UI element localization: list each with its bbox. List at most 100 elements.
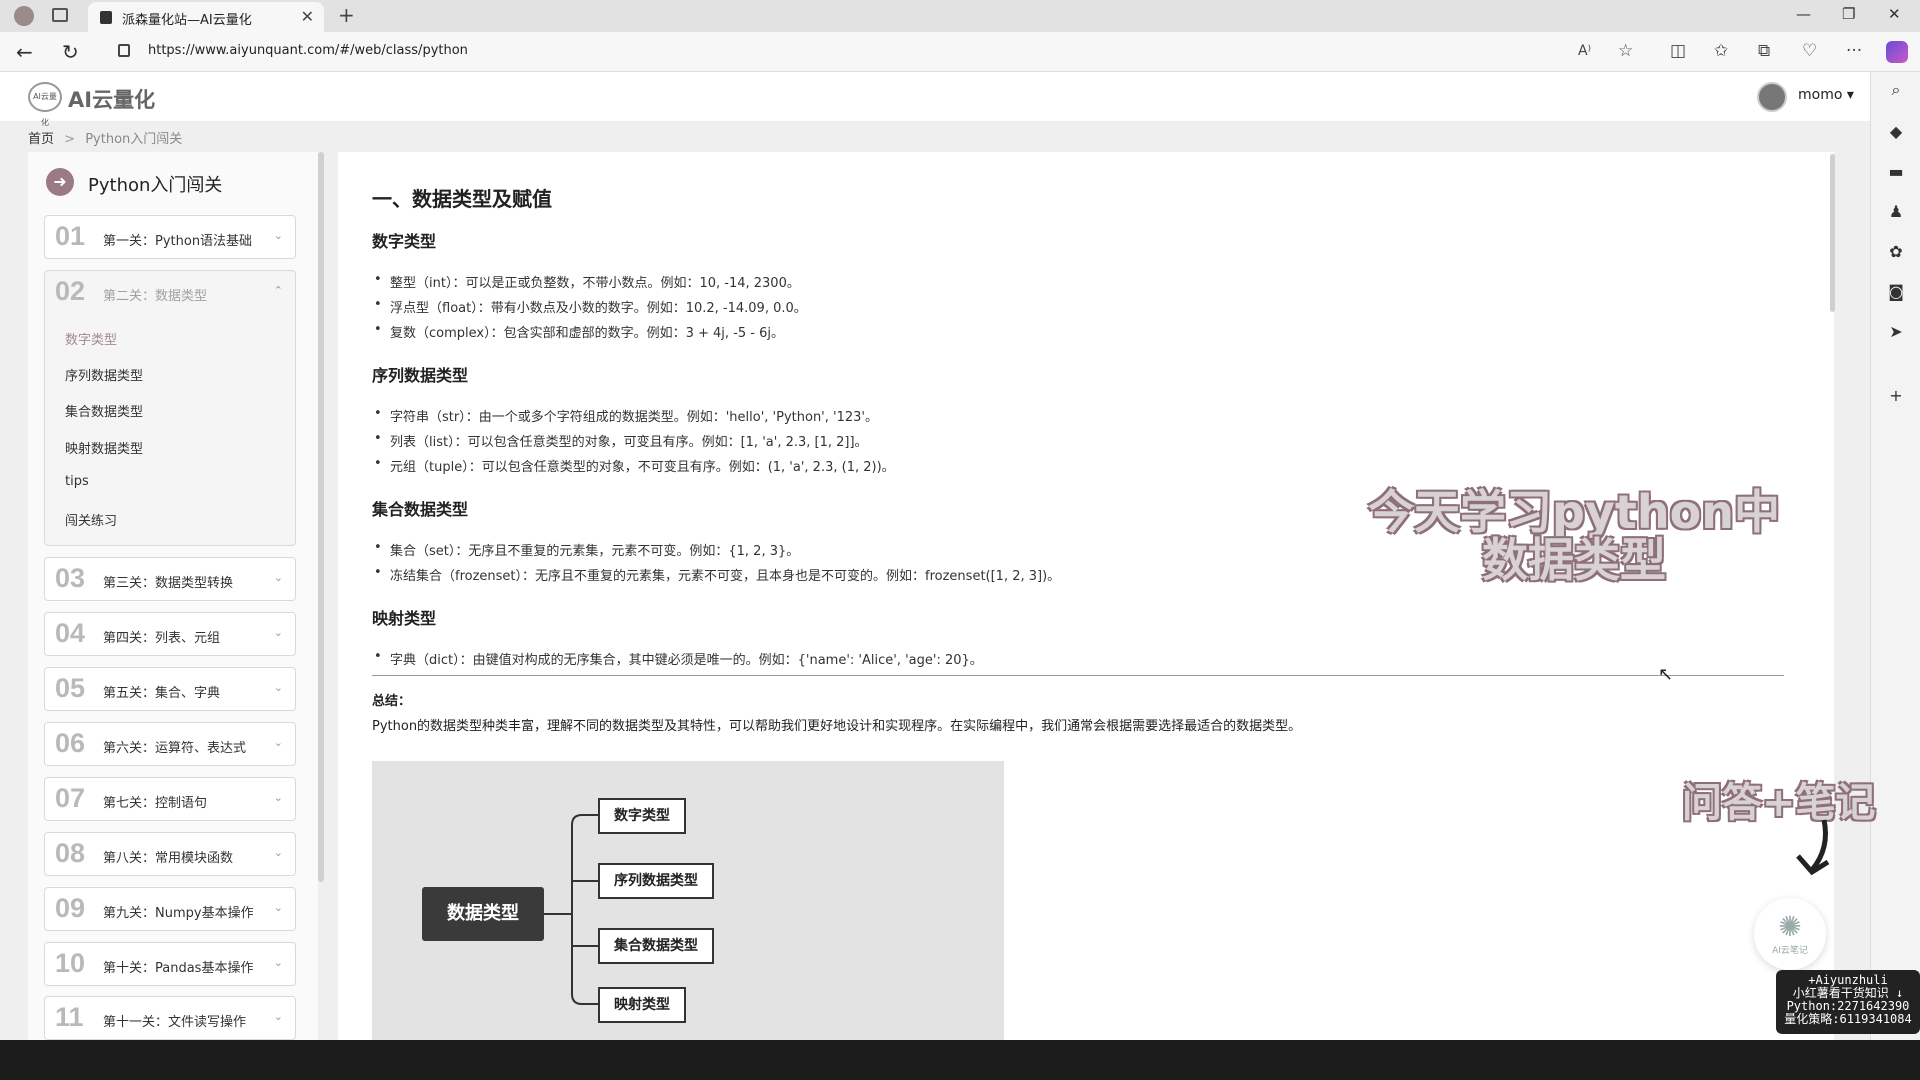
site-logo-text[interactable]: AI云量化: [68, 84, 155, 114]
level-label: 第四关：列表、元组: [103, 631, 221, 646]
lock-icon[interactable]: [118, 44, 130, 57]
more-menu-icon[interactable]: ···: [1846, 41, 1862, 61]
maximize-button[interactable]: ❐: [1842, 5, 1855, 23]
diagram-child-node: 集合数据类型: [598, 928, 714, 964]
level-item-03[interactable]: 03 第三关：数据类型转换 ⌄: [44, 557, 296, 601]
browser-tab-bar: 派森量化站—AI云量化 ✕ + — ❐ ✕: [0, 0, 1920, 32]
browser-tab[interactable]: 派森量化站—AI云量化 ✕: [88, 2, 324, 32]
level-label: 第六关：运算符、表达式: [103, 741, 247, 756]
read-aloud-icon[interactable]: A⁾: [1578, 43, 1591, 59]
course-arrow-icon: ➜: [46, 168, 74, 196]
tab-title: 派森量化站—AI云量化: [122, 13, 252, 28]
level-item-04[interactable]: 04 第四关：列表、元组 ⌄: [44, 612, 296, 656]
level-label: 第五关：集合、字典: [103, 686, 221, 701]
window-close-button[interactable]: ✕: [1888, 5, 1901, 23]
new-tab-button[interactable]: +: [338, 3, 355, 27]
level-item-01[interactable]: 01 第一关：Python语法基础 ⌄: [44, 215, 296, 259]
list-item: 冻结集合（frozenset）：无序且不重复的元素集，元素不可变，且本身也是不可…: [374, 565, 1060, 584]
course-title: Python入门闯关: [88, 175, 223, 196]
settings-icon[interactable]: ✿: [1886, 242, 1906, 262]
sidebar-scrollbar[interactable]: [318, 152, 324, 882]
games-icon[interactable]: ♟: [1886, 202, 1906, 222]
list-item: 整型（int）：可以是正或负整数，不带小数点。例如：10, -14, 2300。: [374, 272, 800, 291]
level-item-10[interactable]: 10 第十关：Pandas基本操作 ⌄: [44, 942, 296, 986]
diagram-root-node: 数据类型: [422, 887, 544, 941]
address-toolbar: ← ↻ https://www.aiyunquant.com/#/web/cla…: [0, 32, 1920, 72]
level-item-11[interactable]: 11 第十一关：文件读写操作 ⌄: [44, 996, 296, 1040]
level-item-05[interactable]: 05 第五关：集合、字典 ⌄: [44, 667, 296, 711]
level-label: 第七关：控制语句: [103, 796, 208, 811]
list-item: 浮点型（float）：带有小数点及小数的数字。例如：10.2, -14.09, …: [374, 297, 807, 316]
send-icon[interactable]: ➤: [1886, 322, 1906, 342]
list-item: 字符串（str）：由一个或多个字符组成的数据类型。例如：'hello', 'Py…: [374, 406, 878, 425]
page-favicon-icon: [100, 11, 112, 24]
sub-item-number-types[interactable]: 数字类型: [65, 329, 117, 348]
level-number: 04: [55, 618, 86, 648]
favorite-star-icon[interactable]: ☆: [1618, 41, 1633, 61]
ai-assistant-icon: ✺: [1778, 910, 1802, 943]
breadcrumb-separator: >: [64, 132, 76, 147]
sub-item-exercise[interactable]: 闯关练习: [65, 510, 117, 529]
list-item: 元组（tuple）：可以包含任意类型的对象，不可变且有序。例如：(1, 'a',…: [374, 456, 895, 475]
promo-badge: +Aiyunzhuli 小红薯看干货知识 ↓ Python:2271642390…: [1776, 970, 1920, 1034]
site-logo-icon[interactable]: AI云量化: [28, 82, 62, 127]
breadcrumb-current: Python入门闯关: [85, 132, 183, 147]
tag-icon[interactable]: ◆: [1886, 122, 1906, 142]
outlook-icon[interactable]: ◙: [1886, 282, 1906, 302]
level-number: 01: [55, 221, 86, 251]
level-item-06[interactable]: 06 第六关：运算符、表达式 ⌄: [44, 722, 296, 766]
divider: [372, 675, 1784, 676]
ai-assistant-button[interactable]: ✺ AI云笔记: [1754, 898, 1826, 970]
level-label: 第十一关：文件读写操作: [103, 1015, 247, 1030]
tab-close-icon[interactable]: ✕: [301, 7, 314, 26]
list-item: 集合（set）：无序且不重复的元素集，元素不可变。例如：{1, 2, 3}。: [374, 540, 799, 559]
sub-item-set-types[interactable]: 集合数据类型: [65, 401, 143, 420]
chevron-down-icon: ⌄: [273, 901, 283, 914]
chevron-down-icon: ⌄: [273, 846, 283, 859]
caption-line: 数据类型: [1482, 533, 1666, 587]
breadcrumb-home[interactable]: 首页: [28, 132, 54, 147]
summary-text: Python的数据类型种类丰富，理解不同的数据类型及其特性，可以帮助我们更好地设…: [372, 719, 1302, 734]
level-item-09[interactable]: 09 第九关：Numpy基本操作 ⌄: [44, 887, 296, 931]
curved-arrow-icon: [1796, 819, 1830, 876]
level-item-02[interactable]: 02 第二关：数据类型 ⌃ 数字类型 序列数据类型 集合数据类型 映射数据类型 …: [44, 270, 296, 546]
sub-item-sequence-types[interactable]: 序列数据类型: [65, 365, 143, 384]
search-icon[interactable]: ⌕: [1886, 80, 1906, 100]
add-icon[interactable]: +: [1886, 386, 1906, 406]
site-header: AI云量化 AI云量化 momo ▾: [0, 72, 1870, 127]
level-number: 07: [55, 783, 86, 813]
level-number: 02: [55, 276, 86, 306]
split-screen-icon[interactable]: ◫: [1670, 41, 1686, 61]
diagram-child-node: 映射类型: [598, 987, 686, 1023]
back-icon[interactable]: ←: [16, 40, 33, 64]
level-label: 第十关：Pandas基本操作: [103, 961, 254, 976]
copilot-icon[interactable]: [1886, 41, 1908, 63]
mouse-cursor-icon: ↖: [1658, 664, 1674, 685]
refresh-icon[interactable]: ↻: [62, 40, 79, 64]
collections-icon[interactable]: ⧉: [1758, 41, 1770, 61]
level-item-07[interactable]: 07 第七关：控制语句 ⌄: [44, 777, 296, 821]
chevron-down-icon: ⌄: [273, 791, 283, 804]
briefcase-icon[interactable]: ▬: [1886, 162, 1906, 182]
sub-item-tips[interactable]: tips: [65, 474, 89, 489]
level-number: 05: [55, 673, 86, 703]
level-number: 10: [55, 948, 86, 978]
level-item-08[interactable]: 08 第八关：常用模块函数 ⌄: [44, 832, 296, 876]
level-number: 08: [55, 838, 86, 868]
level-number: 09: [55, 893, 86, 923]
chevron-down-icon: ⌄: [273, 736, 283, 749]
favorites-list-icon[interactable]: ✩: [1714, 41, 1728, 61]
browser-essentials-icon[interactable]: ♡: [1802, 41, 1817, 61]
profile-icon[interactable]: [14, 6, 34, 26]
content-scrollbar[interactable]: [1830, 154, 1835, 312]
url-field[interactable]: https://www.aiyunquant.com/#/web/class/p…: [148, 43, 468, 58]
chevron-down-icon: ⌄: [273, 681, 283, 694]
user-menu[interactable]: momo ▾: [1798, 87, 1854, 103]
chevron-up-icon: ⌃: [273, 284, 283, 297]
list-item: 列表（list）：可以包含任意类型的对象，可变且有序。例如：[1, 'a', 2…: [374, 431, 868, 450]
avatar[interactable]: [1757, 82, 1787, 112]
tab-actions-icon[interactable]: [52, 8, 68, 22]
video-caption: 今天学习python中 数据类型: [1364, 488, 1784, 584]
sub-item-mapping-types[interactable]: 映射数据类型: [65, 438, 143, 457]
minimize-button[interactable]: —: [1796, 5, 1811, 23]
